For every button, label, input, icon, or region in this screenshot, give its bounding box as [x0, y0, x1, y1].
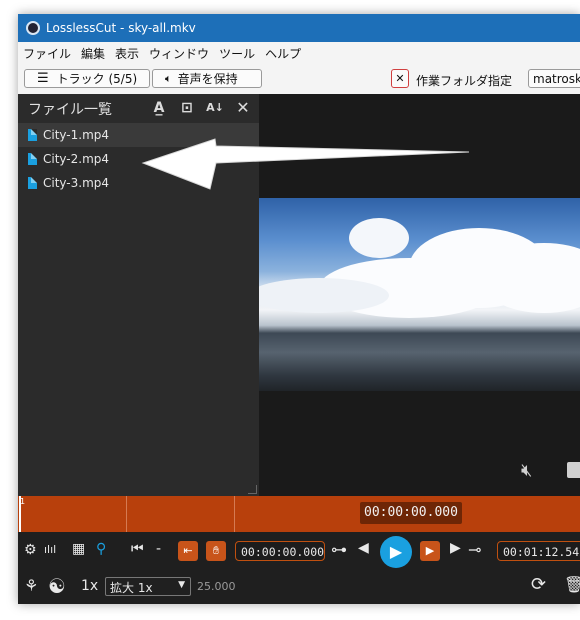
annotation-arrow	[141, 138, 470, 190]
